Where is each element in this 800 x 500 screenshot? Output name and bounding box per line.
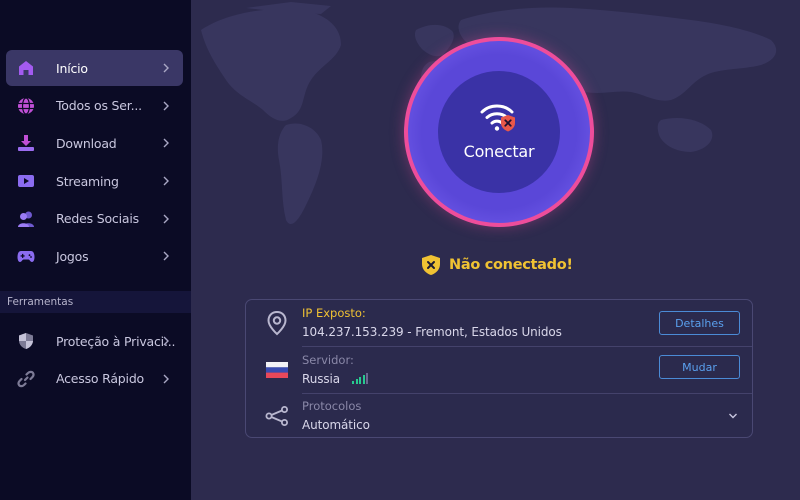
nav-list: Início Todos os Ser... Download Streamin… bbox=[6, 50, 183, 276]
chevron-right-icon bbox=[163, 214, 169, 224]
ip-value: 104.237.153.239 - Fremont, Estados Unido… bbox=[302, 325, 562, 339]
share-nodes-icon bbox=[264, 403, 290, 429]
sidebar-item-label: Acesso Rápido bbox=[56, 371, 145, 387]
location-pin-icon bbox=[264, 310, 290, 336]
sidebar-item-inicio[interactable]: Início bbox=[6, 50, 183, 86]
sidebar-item-jogos[interactable]: Jogos bbox=[6, 238, 183, 274]
sidebar-item-todos-os-servidores[interactable]: Todos os Ser... bbox=[6, 88, 183, 124]
home-icon bbox=[16, 58, 36, 78]
sidebar-item-label: Proteção à Privaci... bbox=[56, 333, 176, 349]
server-value: Russia bbox=[302, 372, 340, 386]
chevron-right-icon bbox=[163, 101, 169, 111]
connect-button-core: Conectar bbox=[438, 71, 560, 193]
connection-status: Não conectado! bbox=[421, 254, 573, 276]
connect-button[interactable]: Conectar bbox=[404, 37, 594, 227]
chevron-right-icon bbox=[163, 176, 169, 186]
tools-section-header: Ferramentas bbox=[0, 291, 191, 313]
ip-row: IP Exposto: 104.237.153.239 - Fremont, E… bbox=[246, 300, 752, 346]
protocol-value: Automático bbox=[302, 418, 370, 432]
chevron-right-icon bbox=[163, 138, 169, 148]
shield-icon bbox=[16, 331, 36, 351]
link-icon bbox=[16, 369, 36, 389]
change-server-button[interactable]: Mudar bbox=[659, 355, 740, 379]
download-icon bbox=[16, 133, 36, 153]
server-label: Servidor: bbox=[302, 353, 354, 367]
tools-list: Proteção à Privaci... Acesso Rápido bbox=[6, 323, 183, 398]
gamepad-icon bbox=[16, 246, 36, 266]
sidebar-item-label: Download bbox=[56, 135, 117, 151]
sidebar: Início Todos os Ser... Download Streamin… bbox=[0, 0, 191, 500]
chevron-right-icon bbox=[163, 374, 169, 384]
chevron-right-icon bbox=[163, 63, 169, 73]
signal-strength-icon bbox=[352, 373, 368, 384]
play-icon bbox=[16, 171, 36, 191]
sidebar-item-label: Streaming bbox=[56, 173, 119, 189]
connect-label: Conectar bbox=[463, 141, 535, 161]
sidebar-item-label: Início bbox=[56, 60, 88, 76]
main-panel: Conectar Não conectado! IP Exposto: 104.… bbox=[191, 0, 800, 500]
protocol-row[interactable]: Protocolos Automático bbox=[246, 393, 752, 439]
sidebar-item-redes-sociais[interactable]: Redes Sociais bbox=[6, 201, 183, 237]
status-text: Não conectado! bbox=[449, 257, 573, 273]
server-row: Servidor: Russia Mudar bbox=[246, 347, 752, 393]
sidebar-item-label: Todos os Ser... bbox=[56, 98, 142, 114]
shield-warning-icon bbox=[422, 255, 440, 275]
russia-flag-icon bbox=[264, 357, 290, 383]
chevron-right-icon bbox=[163, 251, 169, 261]
ip-label: IP Exposto: bbox=[302, 306, 366, 320]
sidebar-item-label: Jogos bbox=[56, 248, 89, 264]
users-icon bbox=[16, 209, 36, 229]
wifi-shield-x-icon bbox=[480, 104, 515, 131]
connect-button-ring: Conectar bbox=[408, 41, 590, 223]
chevron-right-icon bbox=[163, 336, 169, 346]
globe-icon bbox=[16, 96, 36, 116]
server-value-wrap: Russia bbox=[302, 372, 368, 386]
sidebar-item-label: Redes Sociais bbox=[56, 211, 139, 227]
sidebar-item-streaming[interactable]: Streaming bbox=[6, 163, 183, 199]
chevron-down-icon[interactable] bbox=[728, 412, 738, 420]
sidebar-item-download[interactable]: Download bbox=[6, 125, 183, 161]
protocol-label: Protocolos bbox=[302, 399, 362, 413]
details-button[interactable]: Detalhes bbox=[659, 311, 740, 335]
connection-info-card: IP Exposto: 104.237.153.239 - Fremont, E… bbox=[245, 299, 753, 438]
sidebar-item-acesso-rapido[interactable]: Acesso Rápido bbox=[6, 361, 183, 397]
sidebar-item-protecao-privacidade[interactable]: Proteção à Privaci... bbox=[6, 323, 183, 359]
